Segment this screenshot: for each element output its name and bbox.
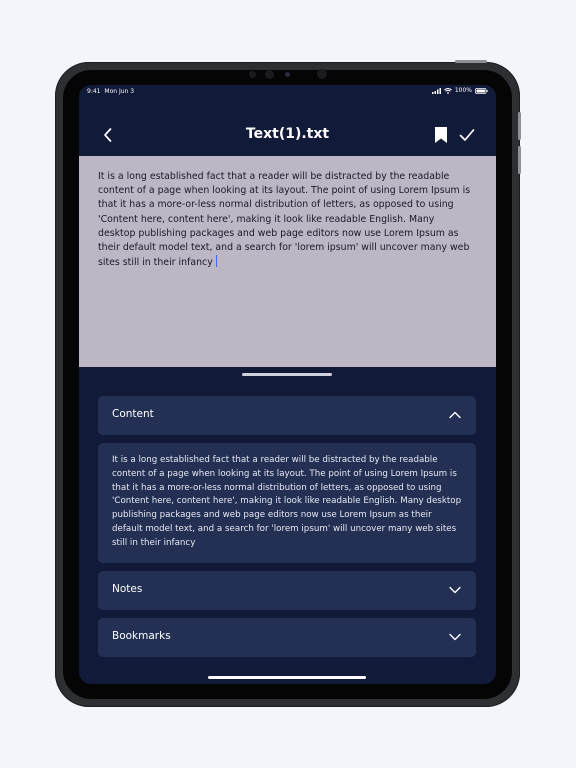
chevron-down-icon[interactable] bbox=[448, 631, 462, 643]
status-bar: 9:41 Mon Jun 3 100% bbox=[79, 85, 496, 99]
bookmarks-section-title: Bookmarks bbox=[112, 630, 171, 642]
back-button[interactable] bbox=[99, 125, 117, 145]
bookmark-button[interactable] bbox=[433, 125, 449, 145]
app-screen: 9:41 Mon Jun 3 100% Text(1).txt It is a … bbox=[79, 85, 496, 684]
status-indicators: 100% bbox=[431, 87, 488, 94]
resize-handle[interactable] bbox=[242, 373, 332, 376]
content-section-title: Content bbox=[112, 408, 154, 420]
sensor-dot bbox=[249, 71, 256, 78]
status-clock: 9:41 bbox=[87, 88, 101, 95]
editor-text: It is a long established fact that a rea… bbox=[98, 171, 471, 269]
bookmarks-header[interactable]: Bookmarks bbox=[98, 618, 476, 657]
content-header[interactable]: Content bbox=[98, 396, 476, 435]
bookmarks-section[interactable]: Bookmarks bbox=[98, 618, 476, 657]
volume-down-button bbox=[518, 146, 521, 174]
volume-up-button bbox=[518, 112, 521, 140]
text-cursor bbox=[215, 255, 218, 268]
content-section-body: It is a long established fact that a rea… bbox=[98, 443, 476, 563]
chevron-down-icon[interactable] bbox=[448, 584, 462, 596]
top-button bbox=[455, 60, 487, 63]
camera-lens bbox=[317, 69, 327, 79]
battery-percent: 100% bbox=[454, 87, 472, 94]
content-section-header[interactable]: Content bbox=[98, 396, 476, 435]
navigation-bar: Text(1).txt bbox=[79, 113, 496, 157]
chevron-up-icon[interactable] bbox=[448, 409, 462, 421]
text-editor[interactable]: It is a long established fact that a rea… bbox=[79, 156, 496, 367]
notes-header[interactable]: Notes bbox=[98, 571, 476, 610]
status-date: Mon Jun 3 bbox=[104, 88, 135, 95]
wifi-icon bbox=[443, 87, 452, 94]
battery-icon bbox=[475, 87, 488, 94]
home-indicator[interactable] bbox=[208, 676, 366, 679]
sensor-dot bbox=[285, 72, 290, 77]
notes-section[interactable]: Notes bbox=[98, 571, 476, 610]
status-time: 9:41 Mon Jun 3 bbox=[87, 88, 134, 95]
editor-text-area[interactable]: It is a long established fact that a rea… bbox=[98, 170, 474, 270]
notes-section-title: Notes bbox=[112, 583, 143, 595]
content-text: It is a long established fact that a rea… bbox=[112, 455, 462, 548]
sensor-dot bbox=[265, 70, 274, 79]
cellular-signal-icon bbox=[431, 87, 441, 94]
confirm-button[interactable] bbox=[458, 126, 476, 144]
